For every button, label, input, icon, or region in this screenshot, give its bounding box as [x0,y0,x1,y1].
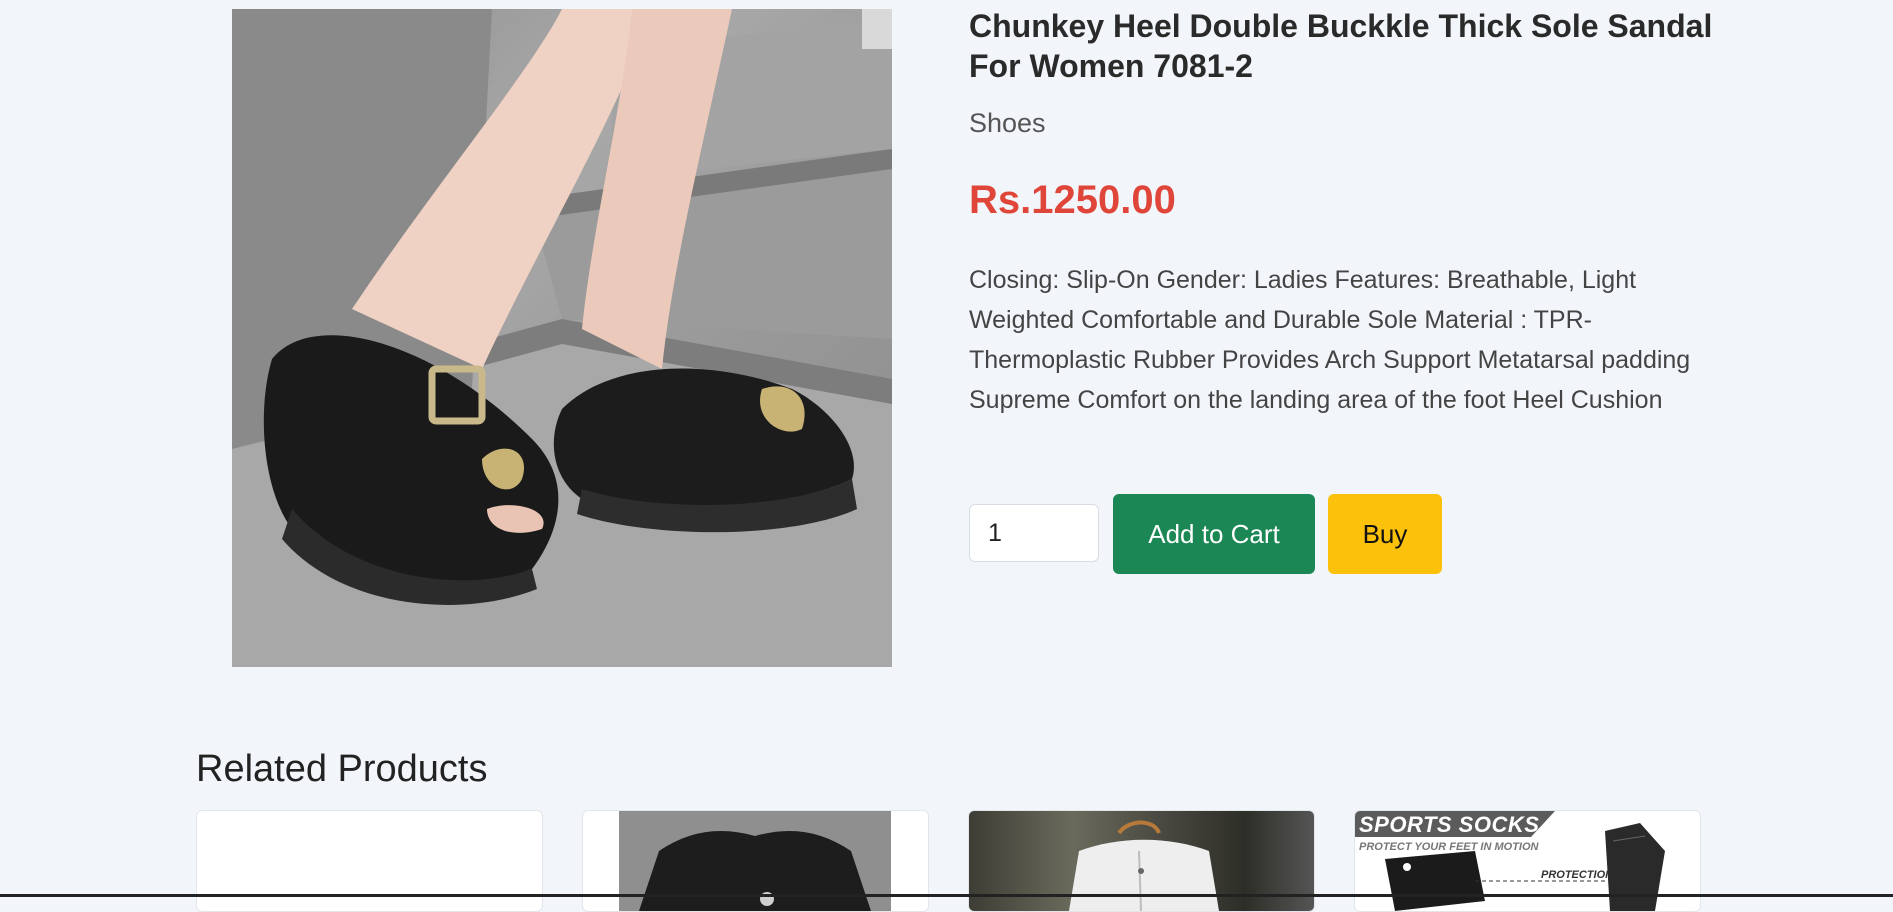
product-title: Chunkey Heel Double Buckkle Thick Sole S… [969,8,1713,84]
product-image [232,9,892,667]
product-price: Rs.1250.00 [969,178,1176,222]
product-description: Closing: Slip-On Gender: Ladies Features… [969,266,1691,414]
quantity-input[interactable] [969,504,1099,562]
add-to-cart-button[interactable]: Add to Cart [1113,494,1315,574]
product-category: Shoes [969,108,1046,138]
buy-button[interactable]: Buy [1328,494,1442,574]
related-products-heading: Related Products [196,748,488,790]
